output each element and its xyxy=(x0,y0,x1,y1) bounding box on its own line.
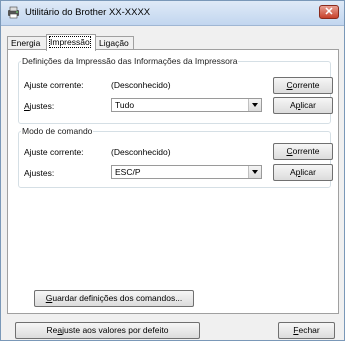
info-settings-label: Ajustes: xyxy=(24,101,55,111)
info-print-group-title: Definições da Impressão das Informações … xyxy=(22,56,238,66)
command-current-button[interactable]: Corrente xyxy=(273,143,333,160)
info-current-label: Ajuste corrente: xyxy=(24,80,84,90)
printer-app-icon xyxy=(8,6,19,19)
window-title: Utilitário do Brother XX-XXXX xyxy=(25,7,151,18)
tab-panel-impressao: Definições da Impressão das Informações … xyxy=(7,49,339,314)
command-settings-select[interactable]: ESC/P xyxy=(111,165,262,179)
close-icon: ✕ xyxy=(324,6,334,18)
reset-defaults-button[interactable]: Reajuste aos valores por defeito xyxy=(15,322,200,339)
save-commands-button[interactable]: Guardar definições dos comandos... xyxy=(34,290,194,307)
info-current-button[interactable]: Corrente xyxy=(273,77,333,94)
window-close-button[interactable]: ✕ xyxy=(319,5,339,19)
tab-energia[interactable]: Energia xyxy=(7,36,47,50)
command-current-label: Ajuste corrente: xyxy=(24,147,84,157)
utility-window: Utilitário do Brother XX-XXXX ✕ Energia … xyxy=(0,0,345,341)
tab-impressao[interactable]: Impressão xyxy=(46,34,96,51)
info-settings-select[interactable]: Tudo xyxy=(111,98,262,112)
command-mode-group-title: Modo de comando xyxy=(22,126,93,136)
chevron-down-icon[interactable] xyxy=(248,99,261,111)
command-current-value: (Desconhecido) xyxy=(111,147,171,157)
close-button[interactable]: Fechar xyxy=(278,322,335,339)
title-bar[interactable]: Utilitário do Brother XX-XXXX ✕ xyxy=(1,1,344,26)
info-current-value: (Desconhecido) xyxy=(111,80,171,90)
command-apply-button[interactable]: Aplicar xyxy=(273,164,333,181)
tab-ligacao[interactable]: Ligação xyxy=(95,36,134,50)
command-settings-label: Ajustes: xyxy=(24,168,55,178)
chevron-down-icon[interactable] xyxy=(248,166,261,178)
info-apply-button[interactable]: Aplicar xyxy=(273,97,333,114)
